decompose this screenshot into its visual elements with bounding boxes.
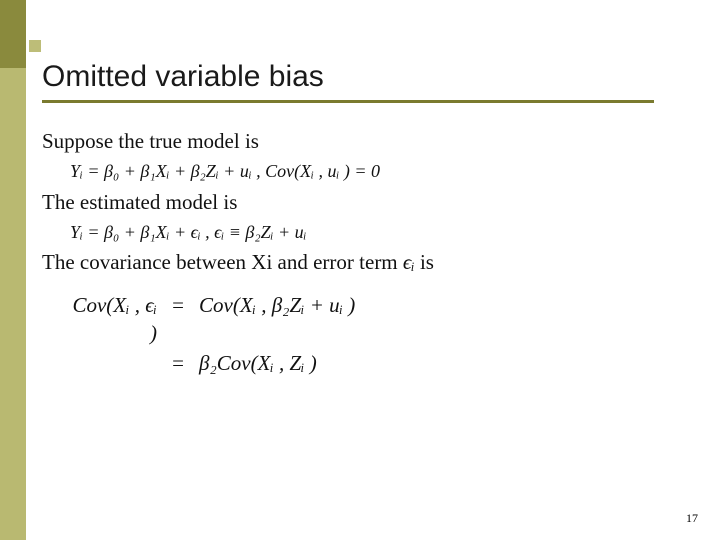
cov-lhs: Cov(Xᵢ , ϵᵢ ) xyxy=(62,291,157,348)
cov-derivation-row-1: Cov(Xᵢ , ϵᵢ ) = Cov(Xᵢ , β₂Zᵢ + uᵢ ) xyxy=(62,291,690,348)
page-number: 17 xyxy=(686,511,698,526)
equation-estimated-model: Yᵢ = β₀ + β₁Xᵢ + ϵᵢ , ϵᵢ ≡ β₂Zᵢ + uᵢ xyxy=(70,220,690,244)
title-underline xyxy=(42,100,654,103)
slide-left-accent xyxy=(0,0,26,540)
intro-line-3: The covariance between Xi and error term… xyxy=(42,248,690,276)
equals-sign-2: = xyxy=(169,349,187,377)
slide-left-accent-dark xyxy=(0,0,26,68)
slide-body: Suppose the true model is Yᵢ = β₀ + β₁Xᵢ… xyxy=(42,127,690,378)
cov-derivation-row-2: = β₂Cov(Xᵢ , Zᵢ ) xyxy=(62,349,690,377)
cov-text-b: is xyxy=(420,250,434,274)
title-bullet-icon xyxy=(29,40,41,52)
intro-line-1: Suppose the true model is xyxy=(42,127,690,155)
intro-line-2: The estimated model is xyxy=(42,188,690,216)
cov-rhs-2: β₂Cov(Xᵢ , Zᵢ ) xyxy=(199,349,317,377)
slide-title: Omitted variable bias xyxy=(42,60,690,94)
epsilon-symbol: ϵᵢ xyxy=(403,250,415,274)
equation-true-model: Yᵢ = β₀ + β₁Xᵢ + β₂Zᵢ + uᵢ , Cov(Xᵢ , uᵢ… xyxy=(70,159,690,183)
equals-sign-1: = xyxy=(169,291,187,319)
cov-text-a: The covariance between Xi and error term xyxy=(42,250,398,274)
slide-content: Omitted variable bias Suppose the true m… xyxy=(42,60,690,380)
cov-rhs-1: Cov(Xᵢ , β₂Zᵢ + uᵢ ) xyxy=(199,291,355,319)
